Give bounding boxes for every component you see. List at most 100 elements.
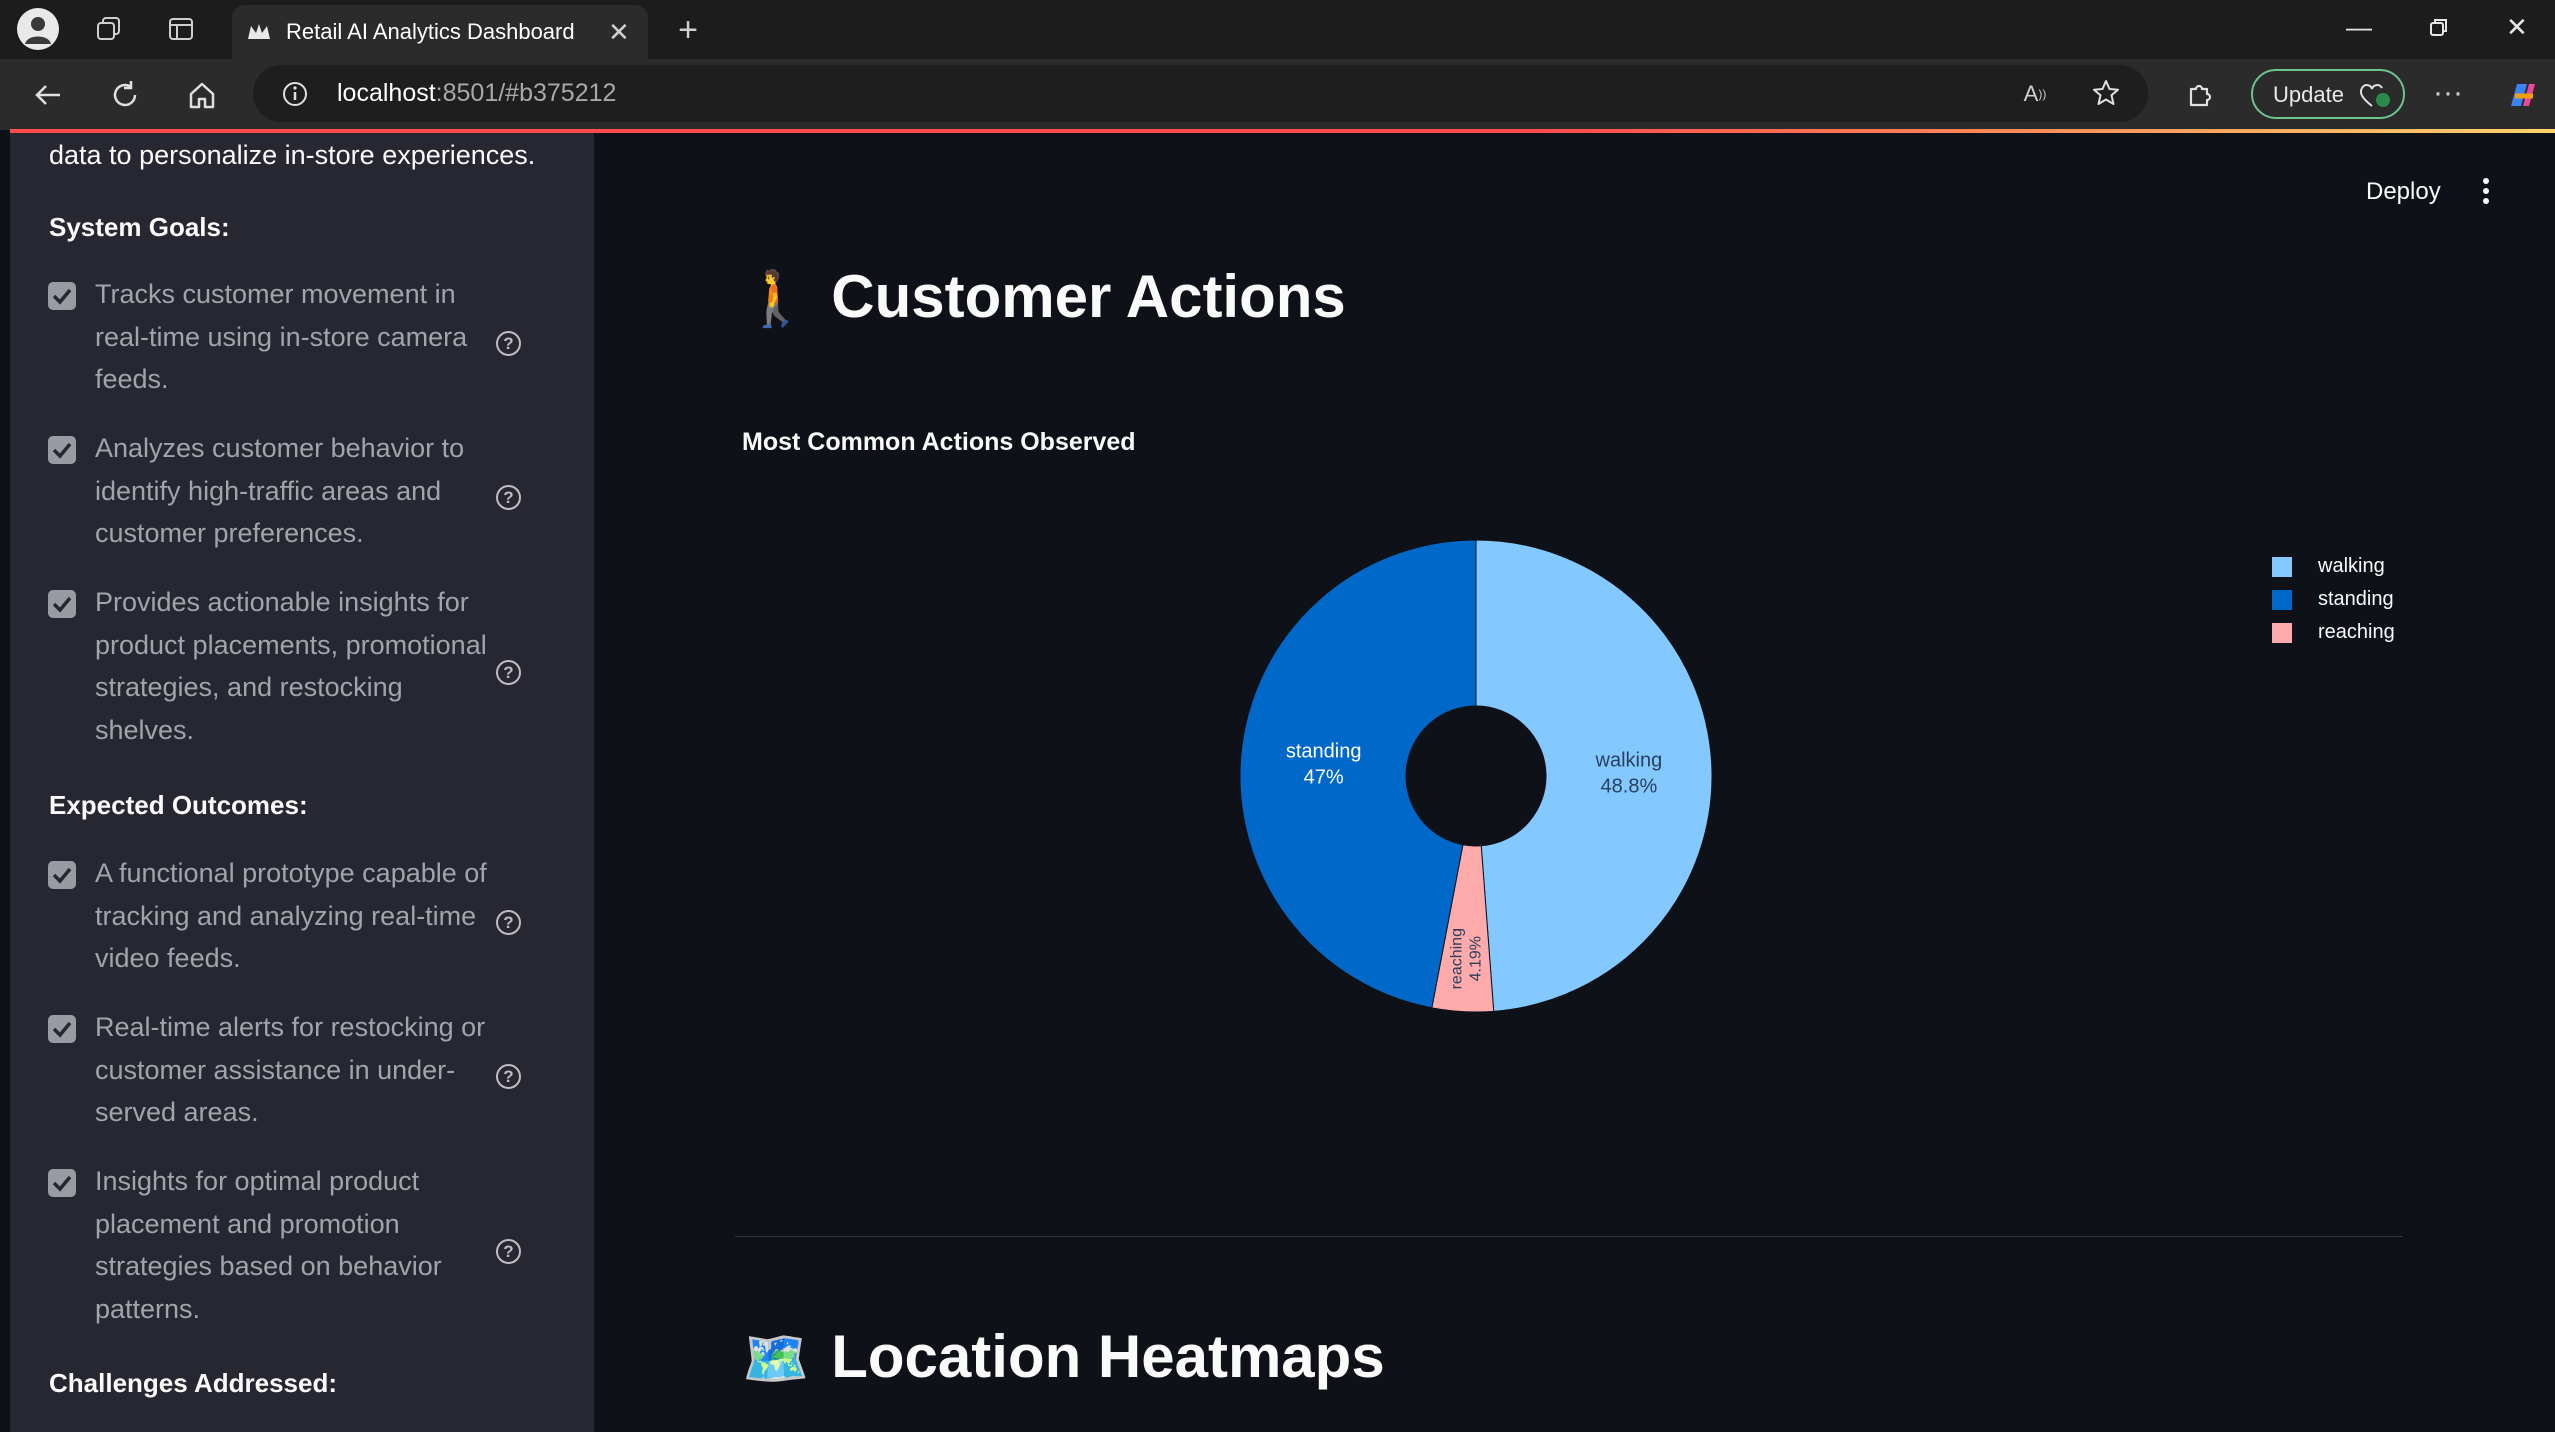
goal-line: real-time using in-store camera (95, 321, 468, 352)
goal-label: Analyzes customer behavior to identify h… (95, 427, 505, 555)
location-heatmaps-title: Location Heatmaps (831, 1323, 1385, 1390)
browser-titlebar: Retail AI Analytics Dashboard ✕ + — ✕ (0, 0, 2555, 59)
new-tab-icon[interactable]: + (670, 11, 706, 49)
customer-actions-title: Customer Actions (831, 263, 1346, 330)
help-tooltip-icon[interactable]: ? (496, 1064, 521, 1089)
profile-icon (25, 17, 51, 44)
checkbox-checked[interactable] (48, 590, 76, 618)
outcome-line: A functional prototype capable of (95, 858, 487, 888)
checkbox-checked[interactable] (48, 861, 76, 889)
checkbox-checked[interactable] (48, 436, 76, 464)
browser-toolbar: localhost:8501/#b375212 A)) Update ··· (0, 59, 2555, 130)
outcome-line: tracking and analyzing real-time (95, 900, 477, 931)
profile-avatar[interactable] (17, 8, 59, 50)
extensions-icon[interactable] (2183, 75, 2219, 111)
tab-actions-icon[interactable] (165, 14, 197, 44)
url-host: localhost (337, 79, 436, 107)
legend-swatch (2272, 590, 2292, 610)
read-aloud-icon[interactable]: A)) (2018, 77, 2052, 111)
expected-outcome-item-1[interactable]: A functional prototype capable of tracki… (10, 858, 594, 989)
goal-label: Tracks customer movement in real-time us… (95, 273, 505, 401)
outcome-line: customer assistance in under- (95, 1054, 456, 1085)
goal-line: feeds. (95, 364, 169, 394)
challenges-heading: Challenges Addressed: (49, 1368, 338, 1398)
browser-tab[interactable]: Retail AI Analytics Dashboard ✕ (232, 5, 648, 59)
legend-label: standing (2318, 588, 2394, 610)
goal-line: strategies, and restocking (95, 672, 403, 702)
actions-donut-chart[interactable]: walking 48.8% reaching 4.19% standing 47% (1180, 520, 1780, 1040)
system-goal-item-3[interactable]: Provides actionable insights for product… (10, 587, 594, 760)
legend-swatch (2272, 623, 2292, 643)
sidebar[interactable]: data to personalize in-store experiences… (10, 133, 594, 1432)
help-tooltip-icon[interactable]: ? (496, 660, 521, 685)
outcome-line: patterns. (95, 1293, 201, 1324)
favorite-star-icon[interactable] (2089, 76, 2123, 110)
restore-icon[interactable] (2428, 14, 2450, 45)
system-goals-heading: System Goals: (49, 212, 230, 242)
goal-line: Analyzes customer behavior to (95, 433, 465, 463)
checkbox-checked[interactable] (48, 1169, 76, 1197)
home-icon[interactable] (184, 77, 220, 113)
goal-line: customer preferences. (95, 518, 364, 548)
outcome-line: Insights for optimal product (95, 1166, 420, 1196)
legend-label: walking (2318, 555, 2385, 577)
slice-label-standing: standing (1286, 741, 1362, 763)
outcome-label: Insights for optimal product placement a… (95, 1160, 505, 1330)
more-menu-icon[interactable]: ··· (2428, 75, 2468, 111)
outcome-line: served areas. (95, 1097, 259, 1127)
update-label: Update (2273, 82, 2344, 107)
outcome-label: A functional prototype capable of tracki… (95, 852, 505, 980)
expected-outcome-item-3[interactable]: Insights for optimal product placement a… (10, 1166, 594, 1339)
goal-line: product placements, promotional (95, 629, 487, 660)
streamlit-favicon-icon (248, 24, 270, 39)
chart-title: Most Common Actions Observed (742, 428, 1136, 456)
slice-label-reaching: reaching (1449, 928, 1466, 989)
outcome-label: Real-time alerts for restocking or custo… (95, 1006, 505, 1134)
slice-percent-reaching: 4.19% (1468, 936, 1485, 981)
copilot-icon[interactable] (2502, 75, 2542, 115)
site-info-icon[interactable] (281, 80, 309, 108)
outcome-line: placement and promotion (95, 1208, 400, 1239)
goal-line: Tracks customer movement in (95, 279, 456, 309)
pie-slice-walking[interactable] (1475, 539, 1713, 1012)
checkbox-checked[interactable] (48, 282, 76, 310)
goal-label: Provides actionable insights for product… (95, 581, 505, 751)
legend-swatch (2272, 557, 2292, 577)
sidebar-intro-text: data to personalize in-store experiences… (49, 140, 536, 170)
help-tooltip-icon[interactable]: ? (496, 1239, 521, 1264)
workspaces-icon[interactable] (92, 14, 126, 44)
expected-outcome-item-2[interactable]: Real-time alerts for restocking or custo… (10, 1012, 594, 1143)
slice-percent-walking: 48.8% (1601, 775, 1658, 797)
walking-person-icon: 🚶 (742, 269, 810, 329)
checkbox-checked[interactable] (48, 1015, 76, 1043)
world-map-icon: 🗺️ (742, 1329, 810, 1389)
url-path: :8501/#b375212 (435, 79, 617, 107)
help-tooltip-icon[interactable]: ? (496, 331, 521, 356)
pie-slice-standing[interactable] (1239, 539, 1477, 1009)
slice-percent-standing: 47% (1304, 767, 1344, 789)
url-text[interactable]: localhost:8501/#b375212 (337, 79, 616, 108)
main-menu-icon[interactable] (2480, 178, 2492, 208)
close-tab-icon[interactable]: ✕ (608, 17, 630, 48)
minimize-icon[interactable]: — (2346, 12, 2372, 43)
outcome-line: Real-time alerts for restocking or (95, 1012, 486, 1042)
legend-label: reaching (2318, 621, 2395, 643)
goal-line: Provides actionable insights for (95, 587, 469, 617)
goal-line: shelves. (95, 714, 195, 745)
system-goal-item-2[interactable]: Analyzes customer behavior to identify h… (10, 433, 594, 564)
refresh-icon[interactable] (107, 77, 143, 113)
close-window-icon[interactable]: ✕ (2506, 12, 2528, 43)
system-goal-item-1[interactable]: Tracks customer movement in real-time us… (10, 279, 594, 410)
address-bar[interactable]: localhost:8501/#b375212 A)) (253, 65, 2148, 122)
help-tooltip-icon[interactable]: ? (496, 910, 521, 935)
back-icon[interactable] (30, 77, 66, 113)
slice-label-walking: walking (1595, 749, 1663, 771)
help-tooltip-icon[interactable]: ? (496, 485, 521, 510)
customer-actions-heading: 🚶 Customer Actions (742, 262, 1346, 331)
expected-outcomes-heading: Expected Outcomes: (49, 790, 308, 820)
location-heatmaps-heading: 🗺️ Location Heatmaps (742, 1322, 1385, 1391)
outcome-line: strategies based on behavior (95, 1251, 442, 1281)
update-button[interactable]: Update (2251, 69, 2405, 119)
tab-title: Retail AI Analytics Dashboard (286, 19, 575, 44)
deploy-button[interactable]: Deploy (2366, 178, 2441, 206)
